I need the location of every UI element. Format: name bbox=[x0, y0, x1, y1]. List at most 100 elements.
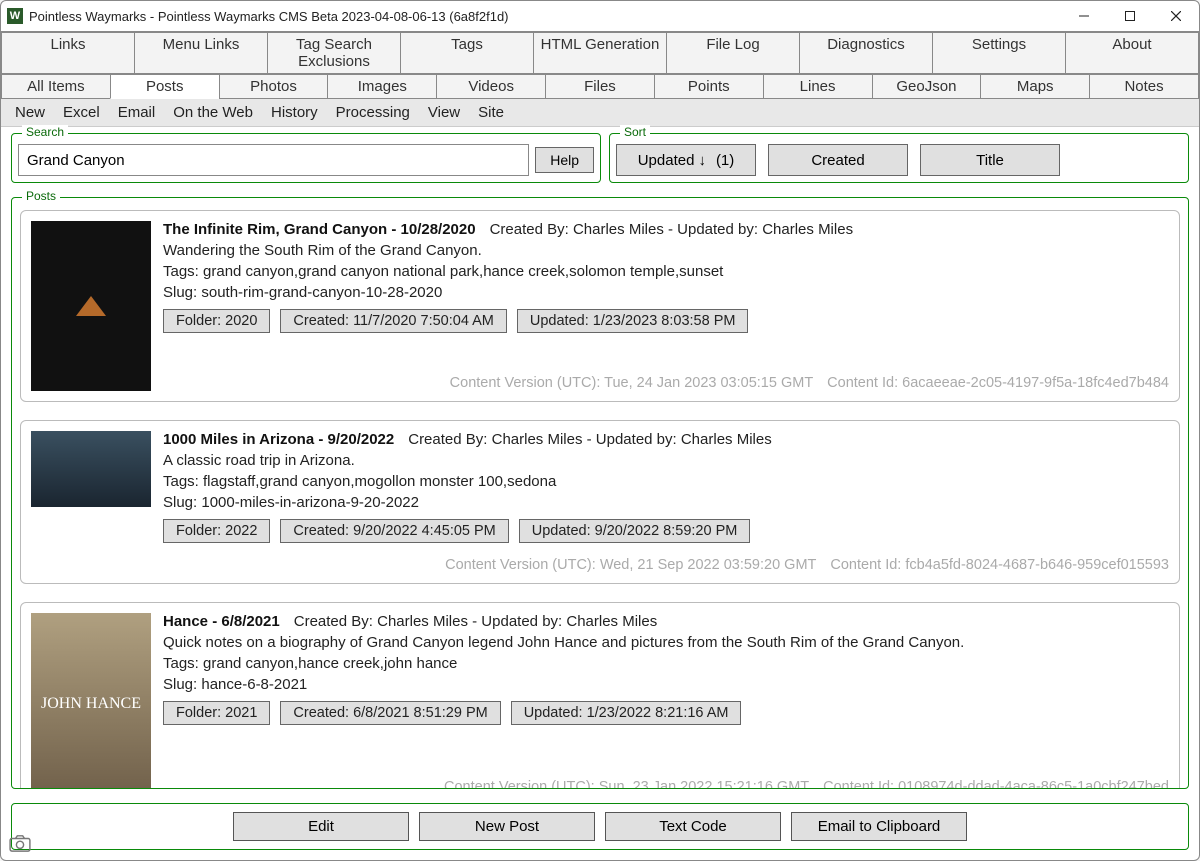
tab-links[interactable]: Links bbox=[1, 32, 135, 74]
window-title: Pointless Waymarks - Pointless Waymarks … bbox=[29, 9, 1061, 24]
menu-bar: New Excel Email On the Web History Processing… bbox=[1, 99, 1199, 127]
help-button[interactable]: Help bbox=[535, 147, 594, 173]
updated-chip[interactable]: Updated: 1/23/2023 8:03:58 PM bbox=[517, 309, 749, 333]
updated-chip[interactable]: Updated: 9/20/2022 8:59:20 PM bbox=[519, 519, 751, 543]
post-footer-meta: Content Version (UTC): Sun, 23 Jan 2022 … bbox=[163, 769, 1169, 788]
window-controls bbox=[1061, 1, 1199, 31]
post-body: The Infinite Rim, Grand Canyon - 10/28/2… bbox=[163, 221, 1169, 391]
tab-about[interactable]: About bbox=[1065, 32, 1199, 74]
post-body: 1000 Miles in Arizona - 9/20/2022Created… bbox=[163, 431, 1169, 573]
post-slug: Slug: hance-6-8-2021 bbox=[163, 676, 1169, 693]
tab-tags[interactable]: Tags bbox=[400, 32, 534, 74]
post-content-version: Content Version (UTC): Tue, 24 Jan 2023 … bbox=[450, 375, 814, 391]
post-content-id: Content Id: 0108974d-ddad-4aca-86c5-1a0c… bbox=[823, 779, 1169, 788]
tab-photos[interactable]: Photos bbox=[219, 74, 329, 99]
sort-created-button[interactable]: Created bbox=[768, 144, 908, 176]
tab-geojson[interactable]: GeoJson bbox=[872, 74, 982, 99]
tab-html-generation[interactable]: HTML Generation bbox=[533, 32, 667, 74]
tab-notes[interactable]: Notes bbox=[1089, 74, 1199, 99]
maximize-button[interactable] bbox=[1107, 1, 1153, 31]
post-card[interactable]: 1000 Miles in Arizona - 9/20/2022Created… bbox=[20, 420, 1180, 584]
post-tags: Tags: flagstaff,grand canyon,mogollon mo… bbox=[163, 473, 1169, 490]
post-footer-meta: Content Version (UTC): Wed, 21 Sep 2022 … bbox=[163, 547, 1169, 573]
menu-excel[interactable]: Excel bbox=[63, 104, 100, 121]
created-chip[interactable]: Created: 6/8/2021 8:51:29 PM bbox=[280, 701, 500, 725]
folder-chip[interactable]: Folder: 2022 bbox=[163, 519, 270, 543]
post-thumbnail bbox=[31, 431, 151, 507]
updated-chip[interactable]: Updated: 1/23/2022 8:21:16 AM bbox=[511, 701, 742, 725]
post-thumbnail: JOHN HANCE bbox=[31, 613, 151, 788]
post-chip-row: Folder: 2022 Created: 9/20/2022 4:45:05 P… bbox=[163, 519, 1169, 543]
post-chip-row: Folder: 2020 Created: 11/7/2020 7:50:04 A… bbox=[163, 309, 1169, 333]
posts-fieldset: Posts The Infinite Rim, Grand Canyon - 1… bbox=[11, 197, 1189, 789]
folder-chip[interactable]: Folder: 2020 bbox=[163, 309, 270, 333]
text-code-button[interactable]: Text Code bbox=[605, 812, 781, 841]
app-icon: W bbox=[7, 8, 23, 24]
post-summary: Wandering the South Rim of the Grand Can… bbox=[163, 242, 1169, 259]
tab-points[interactable]: Points bbox=[654, 74, 764, 99]
post-content-id: Content Id: fcb4a5fd-8024-4687-b646-959c… bbox=[830, 557, 1169, 573]
sort-updated-button[interactable]: Updated↓(1) bbox=[616, 144, 756, 176]
sort-legend: Sort bbox=[620, 125, 650, 139]
camera-icon bbox=[9, 834, 31, 852]
folder-chip[interactable]: Folder: 2021 bbox=[163, 701, 270, 725]
edit-button[interactable]: Edit bbox=[233, 812, 409, 841]
post-byline: Created By: Charles Miles - Updated by: … bbox=[294, 613, 657, 630]
post-summary: Quick notes on a biography of Grand Cany… bbox=[163, 634, 1169, 651]
minimize-button[interactable] bbox=[1061, 1, 1107, 31]
sort-arrow-down-icon: ↓ bbox=[698, 152, 706, 169]
tab-lines[interactable]: Lines bbox=[763, 74, 873, 99]
menu-email[interactable]: Email bbox=[118, 104, 156, 121]
post-tags: Tags: grand canyon,grand canyon national… bbox=[163, 263, 1169, 280]
tab-videos[interactable]: Videos bbox=[436, 74, 546, 99]
tab-tag-search-exclusions[interactable]: Tag Search Exclusions bbox=[267, 32, 401, 74]
menu-view[interactable]: View bbox=[428, 104, 460, 121]
tab-maps[interactable]: Maps bbox=[980, 74, 1090, 99]
post-byline: Created By: Charles Miles - Updated by: … bbox=[490, 221, 853, 238]
sort-buttons: Updated↓(1) Created Title bbox=[616, 144, 1060, 176]
tab-menu-links[interactable]: Menu Links bbox=[134, 32, 268, 74]
post-summary: A classic road trip in Arizona. bbox=[163, 452, 1169, 469]
menu-history[interactable]: History bbox=[271, 104, 318, 121]
post-footer-meta: Content Version (UTC): Tue, 24 Jan 2023 … bbox=[163, 365, 1169, 391]
post-card[interactable]: JOHN HANCE Hance - 6/8/2021 Created By: Ch… bbox=[20, 602, 1180, 788]
title-bar: W Pointless Waymarks - Pointless Waymark… bbox=[1, 1, 1199, 31]
search-input[interactable] bbox=[18, 144, 529, 176]
post-thumbnail bbox=[31, 221, 151, 391]
tab-all-items[interactable]: All Items bbox=[1, 74, 111, 99]
menu-new[interactable]: New bbox=[15, 104, 45, 121]
new-post-button[interactable]: New Post bbox=[419, 812, 595, 841]
post-byline: Created By: Charles Miles - Updated by: … bbox=[408, 431, 771, 448]
close-button[interactable] bbox=[1153, 1, 1199, 31]
search-legend: Search bbox=[22, 125, 68, 139]
post-list[interactable]: The Infinite Rim, Grand Canyon - 10/28/2… bbox=[12, 198, 1188, 788]
post-card[interactable]: The Infinite Rim, Grand Canyon - 10/28/2… bbox=[20, 210, 1180, 402]
tab-diagnostics[interactable]: Diagnostics bbox=[799, 32, 933, 74]
post-content-version: Content Version (UTC): Sun, 23 Jan 2022 … bbox=[444, 779, 809, 788]
created-chip[interactable]: Created: 11/7/2020 7:50:04 AM bbox=[280, 309, 506, 333]
tab-row-primary: LinksMenu LinksTag Search ExclusionsTags… bbox=[1, 31, 1199, 74]
tab-row-secondary: All ItemsPostsPhotosImagesVideosFilesPoi… bbox=[1, 74, 1199, 99]
menu-processing[interactable]: Processing bbox=[336, 104, 410, 121]
post-content-version: Content Version (UTC): Wed, 21 Sep 2022 … bbox=[445, 557, 816, 573]
app-window: W Pointless Waymarks - Pointless Waymark… bbox=[0, 0, 1200, 861]
tab-settings[interactable]: Settings bbox=[932, 32, 1066, 74]
menu-on-the-web[interactable]: On the Web bbox=[173, 104, 253, 121]
tab-posts[interactable]: Posts bbox=[110, 74, 220, 99]
post-body: Hance - 6/8/2021 Created By: Charles Mile… bbox=[163, 613, 1169, 788]
menu-site[interactable]: Site bbox=[478, 104, 504, 121]
filter-row: Search Help Sort Updated↓(1) Created Title bbox=[1, 127, 1199, 187]
tab-images[interactable]: Images bbox=[327, 74, 437, 99]
created-chip[interactable]: Created: 9/20/2022 4:45:05 PM bbox=[280, 519, 508, 543]
post-slug: Slug: 1000-miles-in-arizona-9-20-2022 bbox=[163, 494, 1169, 511]
post-tags: Tags: grand canyon,hance creek,john hanc… bbox=[163, 655, 1169, 672]
post-title: Hance - 6/8/2021 bbox=[163, 613, 280, 630]
sort-group: Sort Updated↓(1)CreatedTitle bbox=[609, 133, 1189, 183]
tab-file-log[interactable]: File Log bbox=[666, 32, 800, 74]
email-to-clipboard-button[interactable]: Email to Clipboard bbox=[791, 812, 967, 841]
post-slug: Slug: south-rim-grand-canyon-10-28-2020 bbox=[163, 284, 1169, 301]
bottom-action-bar: Edit New Post Text Code Email to Clipboard bbox=[11, 803, 1189, 850]
tab-files[interactable]: Files bbox=[545, 74, 655, 99]
sort-title-button[interactable]: Title bbox=[920, 144, 1060, 176]
posts-legend: Posts bbox=[22, 189, 60, 203]
